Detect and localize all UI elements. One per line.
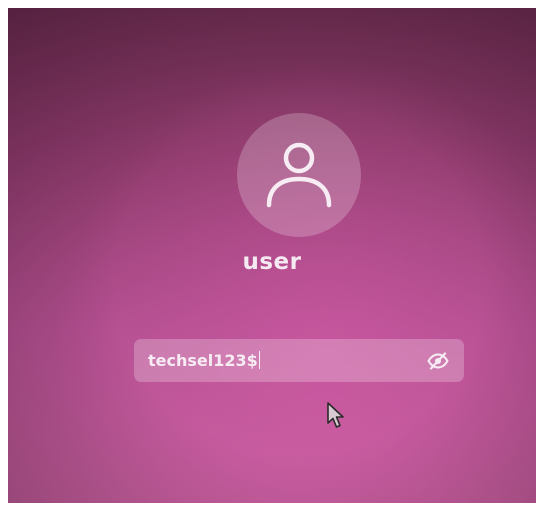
password-input-text[interactable]: techsel123$ xyxy=(148,351,426,370)
eye-slash-icon[interactable] xyxy=(426,351,450,371)
login-screen: user techsel123$ xyxy=(8,8,536,503)
password-value: techsel123$ xyxy=(148,351,258,370)
mouse-pointer-icon xyxy=(327,402,344,428)
username-label: user xyxy=(242,249,302,275)
password-field[interactable]: techsel123$ xyxy=(134,339,464,382)
user-avatar[interactable] xyxy=(237,113,361,237)
text-caret xyxy=(258,351,261,369)
user-icon xyxy=(266,142,332,208)
